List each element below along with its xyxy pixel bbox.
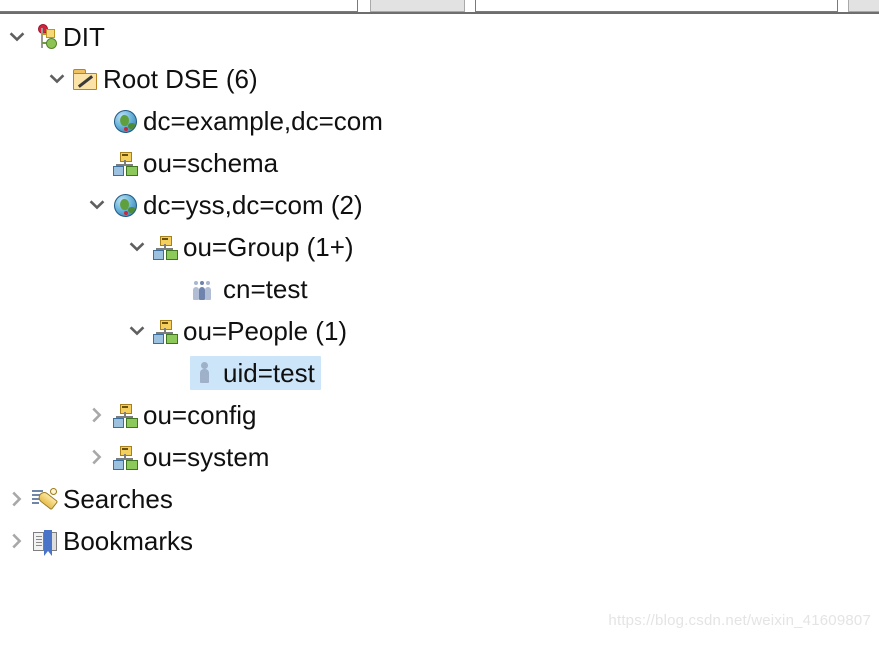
tree-row-content[interactable]: ou=Group (1+) — [150, 230, 360, 264]
chevron-down-icon[interactable] — [44, 58, 70, 100]
tree-row[interactable]: Bookmarks — [0, 520, 879, 562]
tree-row-selected[interactable]: uid=test — [190, 356, 321, 390]
tree-row[interactable]: Searches — [0, 478, 879, 520]
dit-tree[interactable]: DIT Root DSE (6) dc=example,dc=com ou=schem… — [0, 16, 879, 645]
org-unit-icon — [112, 150, 138, 176]
folder-icon — [72, 66, 98, 92]
tree-row[interactable]: DIT — [0, 16, 879, 58]
tree-row-content[interactable]: ou=schema — [110, 146, 284, 180]
toolbar-button-left[interactable] — [370, 0, 465, 12]
chevron-right-icon[interactable] — [4, 478, 30, 520]
twisty-spacer — [84, 142, 110, 184]
tree-node-label: Bookmarks — [63, 526, 194, 556]
tree-node-label: ou=People (1) — [183, 316, 348, 346]
chevron-down-icon[interactable] — [124, 310, 150, 352]
org-unit-icon — [112, 402, 138, 428]
org-unit-icon — [152, 318, 178, 344]
tree-row[interactable]: ou=system — [0, 436, 879, 478]
tree-row-content[interactable]: Root DSE (6) — [70, 62, 264, 96]
tree-node-label: dc=example,dc=com — [143, 106, 383, 136]
twisty-spacer — [84, 100, 110, 142]
tree-row[interactable]: cn=test — [0, 268, 879, 310]
tree-row-content[interactable]: ou=People (1) — [150, 314, 353, 348]
tree-row-content[interactable]: DIT — [30, 20, 111, 54]
tree-row[interactable]: ou=schema — [0, 142, 879, 184]
toolbar-field-right[interactable] — [475, 0, 838, 12]
tree-row-content[interactable]: Bookmarks — [30, 524, 199, 558]
watermark-text: https://blog.csdn.net/weixin_41609807 — [608, 612, 871, 629]
tree-row[interactable]: dc=yss,dc=com (2) — [0, 184, 879, 226]
chevron-down-icon[interactable] — [84, 184, 110, 226]
tree-node-label: ou=Group (1+) — [183, 232, 354, 262]
toolbar-field-left[interactable] — [0, 0, 358, 12]
person-icon — [192, 360, 218, 386]
tree-row[interactable]: ou=People (1) — [0, 310, 879, 352]
chevron-down-icon[interactable] — [124, 226, 150, 268]
org-unit-icon — [152, 234, 178, 260]
toolbar-strip — [0, 0, 879, 14]
tree-node-label: uid=test — [223, 358, 315, 388]
tree-row[interactable]: ou=Group (1+) — [0, 226, 879, 268]
rocket-icon — [32, 486, 59, 512]
tree-node-label: ou=config — [143, 400, 257, 430]
tree-node-label: Searches — [63, 484, 173, 514]
book-icon — [32, 528, 58, 556]
tree-node-label: Root DSE (6) — [103, 64, 258, 94]
org-unit-icon — [112, 444, 138, 470]
dit-icon — [32, 24, 58, 50]
globe-icon — [112, 192, 138, 218]
tree-row[interactable]: ou=config — [0, 394, 879, 436]
chevron-right-icon[interactable] — [4, 520, 30, 562]
chevron-down-icon[interactable] — [4, 16, 30, 58]
tree-row-content[interactable]: Searches — [30, 482, 179, 516]
tree-row[interactable]: uid=test — [0, 352, 879, 394]
tree-row[interactable]: dc=example,dc=com — [0, 100, 879, 142]
globe-icon — [112, 108, 138, 134]
chevron-right-icon[interactable] — [84, 394, 110, 436]
group-icon — [192, 276, 218, 302]
tree-row-content[interactable]: ou=system — [110, 440, 275, 474]
tree-row-content[interactable]: dc=example,dc=com — [110, 104, 389, 138]
twisty-spacer — [164, 352, 190, 394]
tree-row[interactable]: Root DSE (6) — [0, 58, 879, 100]
tree-row-content[interactable]: cn=test — [190, 272, 314, 306]
tree-node-label: dc=yss,dc=com (2) — [143, 190, 363, 220]
tree-row-content[interactable]: ou=config — [110, 398, 262, 432]
tree-node-label: DIT — [63, 22, 105, 52]
twisty-spacer — [164, 268, 190, 310]
tree-row-content[interactable]: dc=yss,dc=com (2) — [110, 188, 369, 222]
tree-node-label: cn=test — [223, 274, 308, 304]
tree-node-label: ou=schema — [143, 148, 279, 178]
chevron-right-icon[interactable] — [84, 436, 110, 478]
tree-node-label: ou=system — [143, 442, 270, 472]
toolbar-button-right[interactable] — [848, 0, 879, 12]
